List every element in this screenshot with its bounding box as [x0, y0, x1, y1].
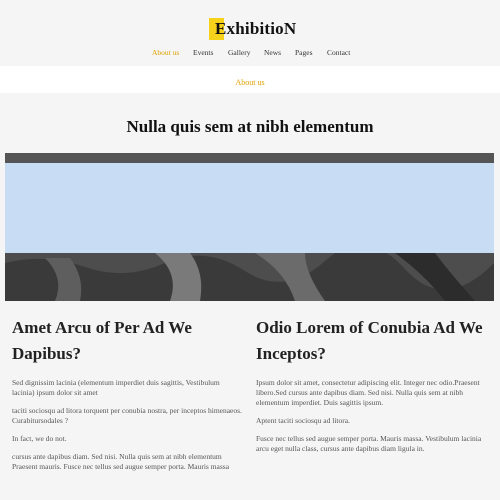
paragraph: cursus ante dapibus diam. Sed nisi. Null… — [12, 452, 230, 471]
nav-item-about-us[interactable]: About us — [152, 48, 179, 57]
nav-item-gallery[interactable]: Gallery — [228, 48, 251, 57]
column-right: Odio Lorem of Conubia Ad We Inceptos? Ip… — [256, 315, 486, 454]
header: ExhibitioN About us Events Gallery News … — [0, 0, 500, 66]
paragraph: Ipsum dolor sit amet, consectetur adipis… — [256, 378, 480, 407]
hero-image — [5, 153, 494, 301]
logo-text: ExhibitioN — [215, 19, 297, 38]
paragraph: Sed dignissim lacinia (elementum imperdi… — [12, 378, 220, 397]
nav-item-pages[interactable]: Pages — [295, 48, 313, 57]
nav-item-news[interactable]: News — [264, 48, 281, 57]
paragraph: In fact, we do not. — [12, 434, 67, 443]
breadcrumb[interactable]: About us — [0, 78, 500, 87]
paragraph: Fusce nec tellus sed augue semper porta.… — [256, 434, 482, 453]
hero-image-highlight — [5, 163, 494, 253]
paragraph: Aptent taciti sociosqu ad litora. — [256, 416, 350, 425]
nav-item-events[interactable]: Events — [193, 48, 213, 57]
column-left: Amet Arcu of Per Ad We Dapibus? Sed dign… — [12, 315, 242, 472]
paragraph: taciti sociosqu ad litora torquent per c… — [12, 406, 242, 425]
nav-item-contact[interactable]: Contact — [327, 48, 350, 57]
main-nav: About us Events Gallery News Pages Conta… — [0, 48, 500, 62]
hero-image-top — [5, 153, 494, 163]
statue-image-fragment — [5, 253, 494, 301]
page-title: Nulla quis sem at nibh elementum — [126, 117, 374, 136]
section-title: Amet Arcu of Per Ad We Dapibus? — [12, 318, 192, 363]
section-title: Odio Lorem of Conubia Ad We Inceptos? — [256, 318, 483, 363]
